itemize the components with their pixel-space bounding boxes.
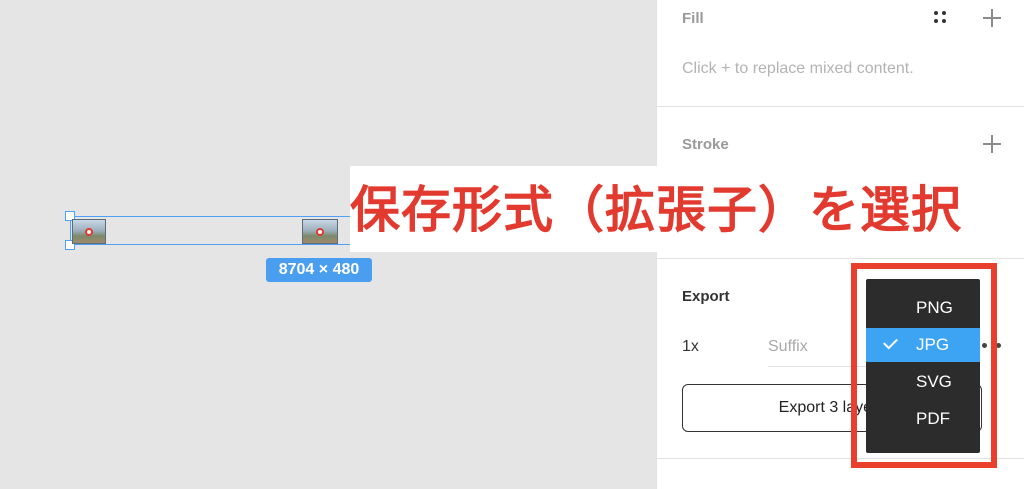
divider (657, 258, 1024, 259)
four-dots-icon[interactable] (934, 11, 948, 25)
size-badge: 8704 × 480 (266, 258, 372, 282)
record-icon (85, 227, 93, 236)
image-thumbnail (72, 219, 106, 244)
plus-icon[interactable] (983, 9, 1001, 27)
checkmark-icon (883, 334, 898, 350)
option-label: SVG (916, 372, 952, 391)
format-option-jpg[interactable]: JPG (866, 328, 980, 362)
export-section-label: Export (682, 288, 730, 305)
stroke-section-label: Stroke (682, 136, 729, 153)
option-label: JPG (916, 335, 950, 354)
plus-icon[interactable] (983, 135, 1001, 153)
divider (657, 106, 1024, 107)
annotation-text: 保存形式（拡張子）を選択 (350, 181, 962, 239)
format-option-pdf[interactable]: PDF (866, 402, 980, 436)
record-icon (316, 227, 324, 236)
image-thumbnail (302, 219, 338, 244)
export-scale[interactable]: 1x (682, 338, 699, 356)
option-label: PNG (916, 298, 953, 317)
format-option-svg[interactable]: SVG (866, 365, 980, 399)
fill-section-label: Fill (682, 10, 704, 27)
option-label: PDF (916, 409, 950, 428)
format-dropdown[interactable]: PNG JPG SVG PDF (866, 279, 980, 453)
format-option-png[interactable]: PNG (866, 291, 980, 325)
fill-hint: Click + to replace mixed content. (682, 60, 914, 77)
